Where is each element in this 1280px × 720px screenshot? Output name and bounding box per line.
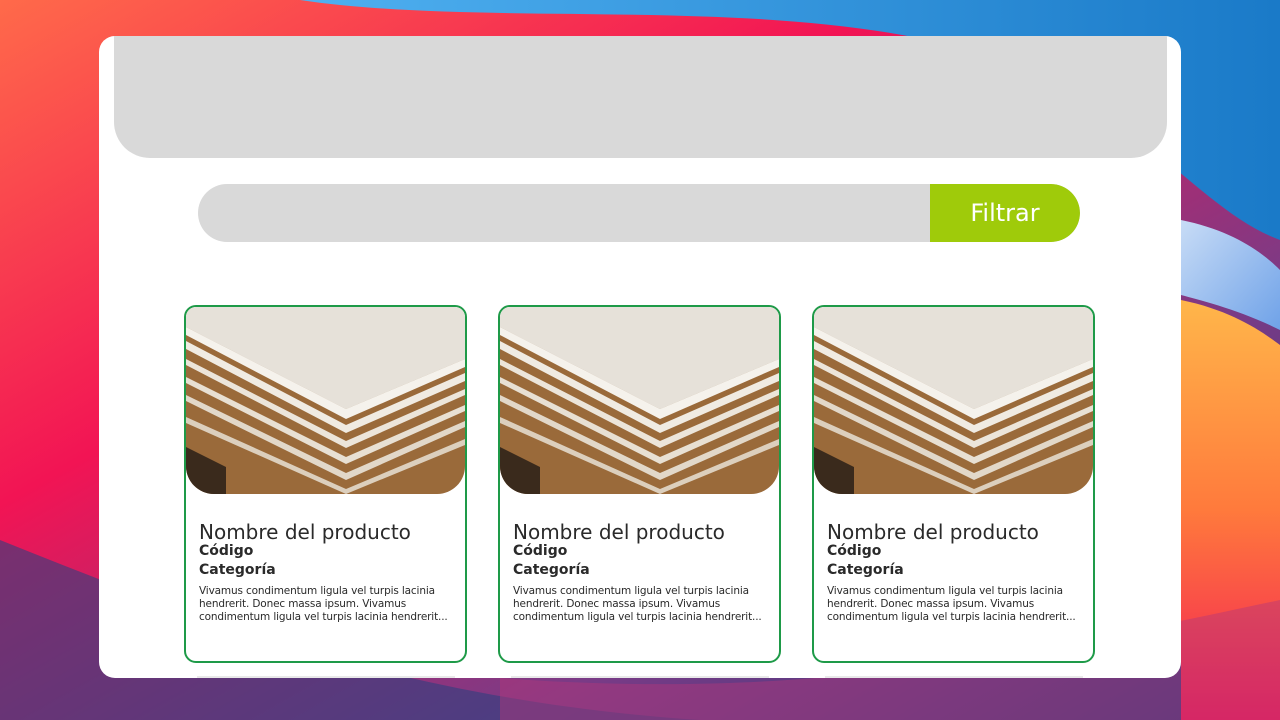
- product-code: Código: [513, 543, 568, 559]
- product-name: Nombre del producto: [513, 520, 725, 544]
- product-category: Categoría: [199, 562, 276, 578]
- filter-button[interactable]: Filtrar: [930, 184, 1080, 242]
- next-row-card-edge: [511, 676, 769, 678]
- product-card[interactable]: Nombre del producto Código Categoría Viv…: [812, 305, 1095, 663]
- product-description: Vivamus condimentum ligula vel turpis la…: [827, 585, 1076, 623]
- product-image: [814, 307, 1093, 494]
- filter-bar: Filtrar: [198, 184, 1080, 242]
- product-card[interactable]: Nombre del producto Código Categoría Viv…: [184, 305, 467, 663]
- header-banner: [114, 36, 1167, 158]
- next-row-card-edge: [825, 676, 1083, 678]
- desktop: Filtrar Nombre del producto Código Categ…: [0, 0, 1280, 720]
- product-code: Código: [199, 543, 254, 559]
- product-code: Código: [827, 543, 882, 559]
- product-name: Nombre del producto: [827, 520, 1039, 544]
- product-image: [186, 307, 465, 494]
- product-description: Vivamus condimentum ligula vel turpis la…: [513, 585, 762, 623]
- product-category: Categoría: [513, 562, 590, 578]
- next-row-card-edge: [197, 676, 455, 678]
- filter-input[interactable]: [198, 184, 930, 242]
- product-image: [500, 307, 779, 494]
- product-category: Categoría: [827, 562, 904, 578]
- product-name: Nombre del producto: [199, 520, 411, 544]
- app-window: Filtrar Nombre del producto Código Categ…: [99, 36, 1181, 678]
- product-description: Vivamus condimentum ligula vel turpis la…: [199, 585, 448, 623]
- product-card[interactable]: Nombre del producto Código Categoría Viv…: [498, 305, 781, 663]
